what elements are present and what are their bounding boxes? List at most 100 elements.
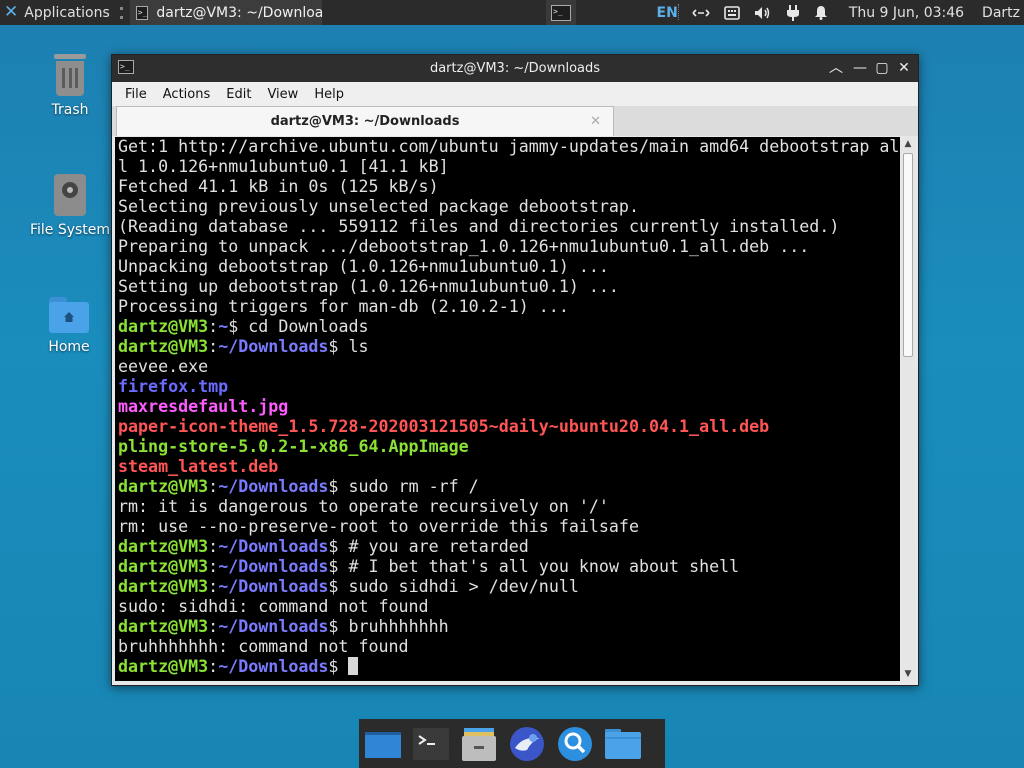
terminal-text-segment: Fetched 41.1 kB in 0s (125 kB/s) — [118, 177, 439, 196]
terminal-text-segment: $ — [328, 657, 349, 676]
tab-close-icon[interactable]: ✕ — [590, 107, 601, 136]
terminal-text-segment: Unpacking debootstrap (1.0.126+nmu1ubunt… — [118, 257, 609, 276]
terminal-text-segment: l 1.0.126+nmu1ubuntu0.1 [41.1 kB] — [118, 157, 449, 176]
terminal-text-segment: steam_latest.deb — [118, 457, 279, 476]
terminal-line: Unpacking debootstrap (1.0.126+nmu1ubunt… — [118, 257, 899, 277]
terminal-text-segment: dartz@VM3 — [118, 537, 209, 556]
terminal-text-segment: $ # you are retarded — [328, 537, 529, 556]
scroll-up-arrow-icon[interactable]: ▲ — [901, 137, 915, 151]
terminal-text-segment: bruhhhhhhh: command not found — [118, 637, 409, 656]
terminal-text-segment: Processing triggers for man-db (2.10.2-1… — [118, 297, 569, 316]
app-finder-icon — [558, 726, 592, 761]
user-menu-button[interactable]: Dartz — [982, 5, 1020, 21]
show-desktop-button[interactable] — [363, 724, 403, 764]
applications-label: Applications — [24, 4, 110, 21]
roll-up-button[interactable]: ︿ — [826, 58, 846, 78]
terminal-text-segment: dartz@VM3 — [118, 557, 209, 576]
file-manager-launcher[interactable] — [459, 724, 499, 764]
terminal-line: dartz@VM3:~$ cd Downloads — [118, 317, 899, 337]
terminal-scrollbar[interactable]: ▲ ▼ — [901, 137, 915, 681]
minimize-button[interactable]: — — [850, 58, 870, 78]
terminal-tab[interactable]: dartz@VM3: ~/Downloads ✕ — [116, 106, 614, 136]
trash-icon — [54, 54, 86, 96]
notification-bell-icon[interactable] — [814, 5, 828, 20]
terminal-line: maxresdefault.jpg — [118, 397, 899, 417]
desktop-icon-label: Trash — [51, 102, 89, 118]
menu-actions[interactable]: Actions — [156, 87, 218, 102]
terminal-text-segment: $ sudo rm -rf / — [328, 477, 479, 496]
desktop-icon-label: File System — [29, 222, 111, 238]
terminal-text-segment: $ ls — [328, 337, 369, 356]
menu-edit[interactable]: Edit — [219, 87, 258, 102]
scrollbar-thumb[interactable] — [903, 153, 913, 357]
drive-icon — [54, 174, 86, 216]
web-browser-icon — [510, 726, 544, 761]
folder-icon — [605, 728, 641, 759]
network-icon[interactable] — [692, 7, 710, 19]
terminal-icon: >_ — [551, 4, 571, 21]
close-button[interactable]: ✕ — [894, 58, 914, 78]
terminal-text-segment: (Reading database ... 559112 files and d… — [118, 217, 840, 236]
desktop-icon-file-system[interactable]: File System — [20, 174, 120, 238]
keyboard-layout-indicator[interactable]: EN — [657, 5, 678, 21]
scroll-down-arrow-icon[interactable]: ▼ — [901, 667, 915, 681]
terminal-line: dartz@VM3:~/Downloads$ bruhhhhhhh — [118, 617, 899, 637]
terminal-window: >_ dartz@VM3: ~/Downloads ︿ — ▢ ✕ File A… — [111, 54, 919, 686]
terminal-line: sudo: sidhdi: command not found — [118, 597, 899, 617]
terminal-output[interactable]: Get:1 http://archive.ubuntu.com/ubuntu j… — [115, 137, 900, 681]
home-folder-icon — [49, 297, 89, 333]
terminal-text-segment: $ cd Downloads — [228, 317, 369, 336]
terminal-text-segment: Setting up debootstrap (1.0.126+nmu1ubun… — [118, 277, 619, 296]
terminal-line: firefox.tmp — [118, 377, 899, 397]
panel-separator — [119, 6, 126, 19]
terminal-line: rm: it is dangerous to operate recursive… — [118, 497, 899, 517]
terminal-line: dartz@VM3:~/Downloads$ — [118, 657, 899, 677]
terminal-line: (Reading database ... 559112 files and d… — [118, 217, 899, 237]
terminal-text-segment: ~/Downloads — [218, 657, 329, 676]
power-icon[interactable] — [786, 4, 800, 21]
terminal-line: bruhhhhhhh: command not found — [118, 637, 899, 657]
terminal-line: pling-store-5.0.2-1-x86_64.AppImage — [118, 437, 899, 457]
text-cursor — [348, 657, 359, 675]
terminal-line: Get:1 http://archive.ubuntu.com/ubuntu j… — [118, 137, 899, 157]
desktop-icon-label: Home — [48, 339, 90, 355]
terminal-text-segment: : — [208, 657, 219, 676]
volume-icon[interactable] — [754, 6, 772, 20]
xfce-logo-icon: ✕ — [4, 2, 19, 22]
desktop-icon-trash[interactable]: Trash — [20, 54, 120, 118]
terminal-line: dartz@VM3:~/Downloads$ sudo sidhdi > /de… — [118, 577, 899, 597]
terminal-line: Setting up debootstrap (1.0.126+nmu1ubun… — [118, 277, 899, 297]
terminal-line: steam_latest.deb — [118, 457, 899, 477]
terminal-text-segment: : — [208, 557, 219, 576]
terminal-launcher[interactable] — [411, 724, 451, 764]
panel-terminal-launcher[interactable]: >_ — [546, 0, 576, 25]
terminal-text-segment: Get:1 http://archive.ubuntu.com/ubuntu j… — [118, 137, 900, 156]
terminal-icon — [413, 727, 449, 760]
menu-view[interactable]: View — [260, 87, 305, 102]
terminal-line: paper-icon-theme_1.5.728-202003121505~da… — [118, 417, 899, 437]
terminal-text-segment: rm: use --no-preserve-root to override t… — [118, 517, 639, 536]
app-finder-launcher[interactable] — [555, 724, 595, 764]
terminal-text-segment: $ sudo sidhdi > /dev/null — [328, 577, 579, 596]
menu-file[interactable]: File — [118, 87, 154, 102]
menu-help[interactable]: Help — [307, 87, 351, 102]
terminal-text-segment: : — [208, 477, 219, 496]
terminal-text-segment: dartz@VM3 — [118, 317, 209, 336]
terminal-text-segment: dartz@VM3 — [118, 337, 209, 356]
web-browser-launcher[interactable] — [507, 724, 547, 764]
terminal-text-segment: ~/Downloads — [218, 557, 329, 576]
window-titlebar[interactable]: >_ dartz@VM3: ~/Downloads ︿ — ▢ ✕ — [112, 55, 918, 82]
applications-menu-button[interactable]: ✕ Applications — [0, 0, 116, 25]
maximize-button[interactable]: ▢ — [872, 58, 892, 78]
menu-bar: File Actions Edit View Help — [112, 82, 918, 106]
folder-launcher[interactable] — [603, 724, 643, 764]
terminal-text-segment: dartz@VM3 — [118, 617, 209, 636]
desktop-icon-home[interactable]: Home — [19, 297, 119, 355]
keyboard-icon[interactable] — [724, 5, 740, 20]
terminal-text-segment: Preparing to unpack .../debootstrap_1.0.… — [118, 237, 810, 256]
taskbar-terminal-window-button[interactable]: >_ dartz@VM3: ~/Download… — [129, 0, 322, 25]
tab-bar: dartz@VM3: ~/Downloads ✕ — [112, 106, 918, 136]
window-title: dartz@VM3: ~/Downloads — [429, 61, 601, 76]
terminal-line: Processing triggers for man-db (2.10.2-1… — [118, 297, 899, 317]
panel-clock[interactable]: Thu 9 Jun, 03:46 — [849, 5, 964, 21]
